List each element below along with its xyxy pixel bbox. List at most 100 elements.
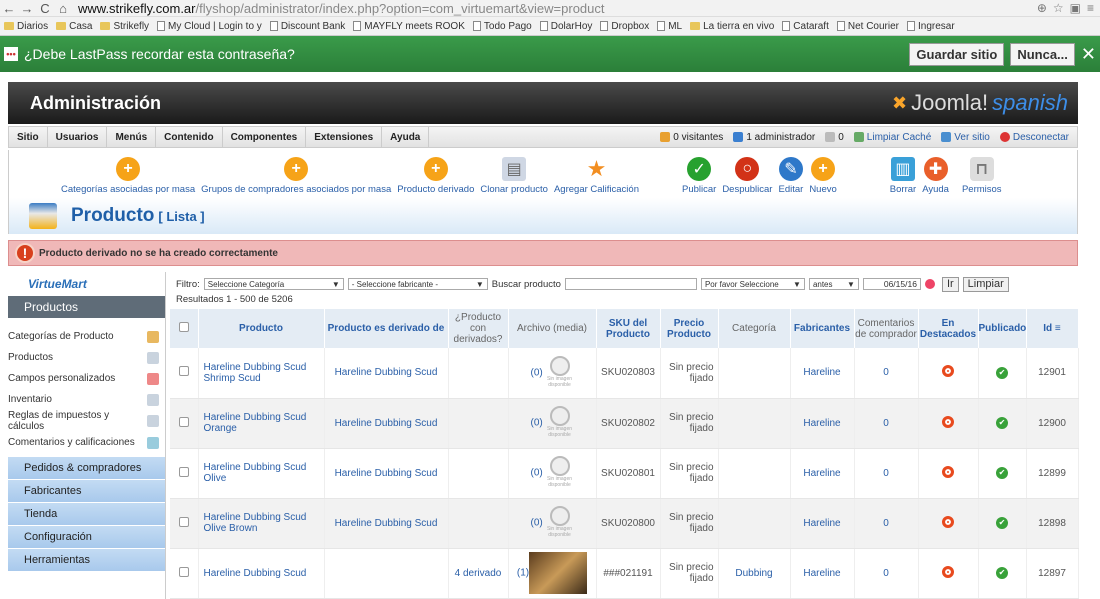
col-price[interactable]: Precio Producto <box>660 309 719 348</box>
category-link[interactable]: Dubbing <box>718 548 791 599</box>
extension-icon[interactable]: ▣ <box>1070 1 1081 15</box>
parent-product-link[interactable] <box>324 548 449 599</box>
reviews-link[interactable]: 0 <box>854 398 919 449</box>
bookmark-item[interactable]: Casa <box>56 21 92 32</box>
messages-status[interactable]: 0 <box>825 132 844 143</box>
category-link[interactable] <box>718 498 791 549</box>
sidebar-item-custom-fields[interactable]: Campos personalizados <box>8 368 165 389</box>
bookmark-item[interactable]: La tierra en vivo <box>690 21 774 32</box>
sidebar-item-inventory[interactable]: Inventario <box>8 389 165 410</box>
bookmark-item[interactable]: Dropbox <box>600 21 649 32</box>
reviews-link[interactable]: 0 <box>854 548 919 599</box>
manufacturer-link[interactable]: Hareline <box>790 548 855 599</box>
col-product[interactable]: Producto <box>198 309 325 348</box>
product-name-link[interactable]: Hareline Dubbing Scud Olive <box>198 448 325 499</box>
sidebar-item-products[interactable]: Productos <box>8 347 165 368</box>
menu-ayuda[interactable]: Ayuda <box>382 127 430 147</box>
select-all-checkbox[interactable] <box>178 322 189 332</box>
product-name-link[interactable]: Hareline Dubbing Scud <box>198 548 325 599</box>
category-link[interactable] <box>718 398 791 449</box>
bookmark-item[interactable]: Diarios <box>4 21 48 32</box>
col-parent[interactable]: Producto es derivado de <box>324 309 449 348</box>
clone-button[interactable]: ▤ Clonar producto <box>480 157 548 195</box>
media-cell[interactable]: (0) Sin imagen disponible <box>508 498 597 549</box>
sidebar-item-tax-rules[interactable]: Reglas de impuestos y cálculos <box>8 410 165 432</box>
published-toggle-icon[interactable]: ✔ <box>996 467 1008 479</box>
featured-toggle-icon[interactable] <box>942 415 954 428</box>
publish-button[interactable]: ✓ Publicar <box>682 157 716 195</box>
derived-link[interactable] <box>448 498 509 549</box>
published-toggle-icon[interactable]: ✔ <box>996 417 1008 429</box>
menu-menus[interactable]: Menús <box>107 127 157 147</box>
published-toggle-icon[interactable]: ✔ <box>996 517 1008 529</box>
featured-toggle-icon[interactable] <box>942 515 954 528</box>
bookmark-item[interactable]: Todo Pago <box>472 21 532 32</box>
close-icon[interactable]: ✕ <box>1081 44 1096 65</box>
reviews-link[interactable]: 0 <box>854 448 919 499</box>
media-cell[interactable]: (0) Sin imagen disponible <box>508 398 597 449</box>
row-checkbox[interactable] <box>178 366 189 377</box>
cat-assign-button[interactable]: + Categorías asociadas por masa <box>61 157 195 195</box>
sidebar-item-reviews[interactable]: Comentarios y calificaciones <box>8 432 165 453</box>
published-toggle-icon[interactable]: ✔ <box>996 366 1008 379</box>
logout-link[interactable]: Desconectar <box>999 132 1069 143</box>
derived-link[interactable] <box>448 448 509 499</box>
bookmark-item[interactable]: Net Courier <box>836 21 899 32</box>
home-icon[interactable]: ⌂ <box>54 1 72 16</box>
menu-componentes[interactable]: Componentes <box>223 127 307 147</box>
col-sku[interactable]: SKU del Producto <box>596 309 661 348</box>
sidebar-section-tools[interactable]: Herramientas <box>8 548 165 571</box>
product-thumbnail[interactable] <box>529 552 588 594</box>
col-id[interactable]: Id ≡ <box>1026 309 1079 348</box>
go-button[interactable]: Ir <box>941 276 959 292</box>
sidebar-item-categories[interactable]: Categorías de Producto <box>8 326 165 347</box>
bookmark-item[interactable]: Strikefly <box>100 21 149 32</box>
featured-toggle-icon[interactable] <box>942 565 954 578</box>
media-cell[interactable]: (1) <box>508 548 597 599</box>
view-site-link[interactable]: Ver sitio <box>941 132 990 143</box>
row-checkbox[interactable] <box>178 566 189 577</box>
sidebar-section-manufacturers[interactable]: Fabricantes <box>8 479 165 502</box>
reviews-link[interactable]: 0 <box>854 498 919 549</box>
menu-icon[interactable]: ≡ <box>1087 1 1094 15</box>
parent-product-link[interactable]: Hareline Dubbing Scud <box>324 448 449 499</box>
help-button[interactable]: ✚ Ayuda <box>922 157 949 195</box>
address-bar[interactable]: www.strikefly.com.ar/flyshop/administrat… <box>78 1 1037 16</box>
reviews-link[interactable]: 0 <box>854 348 919 399</box>
product-name-link[interactable]: Hareline Dubbing Scud Orange <box>198 398 325 449</box>
bookmark-item[interactable]: Cataraft <box>782 21 829 32</box>
zoom-icon[interactable]: ⊕ <box>1037 1 1047 15</box>
derived-button[interactable]: + Producto derivado <box>397 157 474 195</box>
derived-link[interactable]: 4 derivado <box>448 548 509 599</box>
date-type-select[interactable]: Por favor Seleccione ▼ <box>700 278 805 290</box>
col-manufacturer[interactable]: Fabricantes <box>790 309 855 348</box>
manufacturer-link[interactable]: Hareline <box>790 498 855 549</box>
bookmark-item[interactable]: ML <box>657 21 682 32</box>
sidebar-section-config[interactable]: Configuración <box>8 525 165 548</box>
parent-product-link[interactable]: Hareline Dubbing Scud <box>324 498 449 549</box>
forward-icon[interactable]: → <box>18 1 36 16</box>
menu-usuarios[interactable]: Usuarios <box>48 127 108 147</box>
bookmark-item[interactable]: MAYFLY meets ROOK <box>353 21 465 32</box>
bookmark-item[interactable]: DolarHoy <box>539 21 592 32</box>
product-name-link[interactable]: Hareline Dubbing Scud Olive Brown <box>198 498 325 549</box>
manufacturer-link[interactable]: Hareline <box>790 348 855 399</box>
category-link[interactable] <box>718 448 791 499</box>
bookmark-item[interactable]: My Cloud | Login to y <box>157 21 262 32</box>
unpublish-button[interactable]: ○ Despublicar <box>722 157 772 195</box>
manufacturer-link[interactable]: Hareline <box>790 448 855 499</box>
search-input[interactable] <box>564 278 697 290</box>
parent-product-link[interactable]: Hareline Dubbing Scud <box>324 348 449 399</box>
reload-icon[interactable]: C <box>36 1 54 16</box>
new-button[interactable]: + Nuevo <box>809 157 837 195</box>
menu-extensiones[interactable]: Extensiones <box>306 127 383 147</box>
featured-toggle-icon[interactable] <box>942 365 954 378</box>
row-checkbox[interactable] <box>178 466 189 477</box>
derived-link[interactable] <box>448 348 509 399</box>
save-site-button[interactable]: Guardar sitio <box>909 42 1005 66</box>
never-button[interactable]: Nunca... <box>1010 42 1075 66</box>
media-cell[interactable]: (0) Sin imagen disponible <box>508 348 597 399</box>
col-published[interactable]: Publicado <box>978 309 1027 348</box>
col-featured[interactable]: En Destacados <box>918 309 979 348</box>
parent-product-link[interactable]: Hareline Dubbing Scud <box>324 398 449 449</box>
